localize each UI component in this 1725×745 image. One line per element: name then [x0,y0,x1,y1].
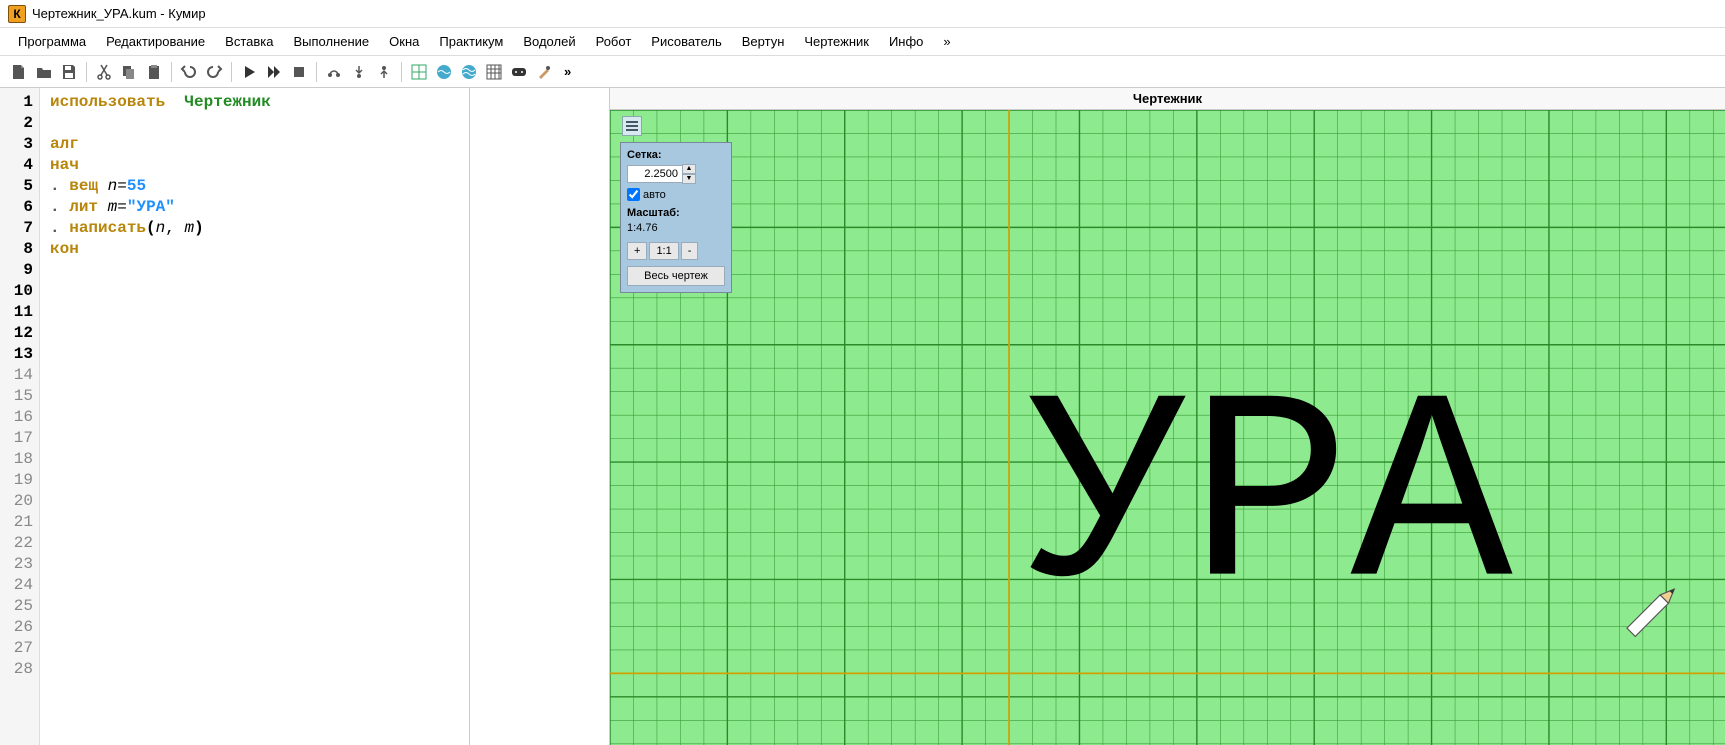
grid-value-input[interactable] [627,165,683,183]
menu-robot[interactable]: Робот [586,32,642,51]
actor-water2-icon[interactable] [458,61,480,83]
app-icon: К [8,5,26,23]
menu-run[interactable]: Выполнение [283,32,379,51]
drawn-text: УРА [1027,350,1515,656]
zoom-out-button[interactable]: - [681,242,699,260]
menubar: Программа Редактирование Вставка Выполне… [0,28,1725,56]
cut-icon[interactable] [93,61,115,83]
undo-icon[interactable] [178,61,200,83]
menu-insert[interactable]: Вставка [215,32,283,51]
menu-windows[interactable]: Окна [379,32,429,51]
grid-spin-down[interactable]: ▼ [682,174,696,184]
toolbar-more[interactable]: » [560,64,575,79]
menu-risovatel[interactable]: Рисователь [641,32,731,51]
run-fast-icon[interactable] [263,61,285,83]
zoom-reset-button[interactable]: 1:1 [649,242,678,260]
paste-icon[interactable] [143,61,165,83]
menu-practicum[interactable]: Практикум [429,32,513,51]
new-file-icon[interactable] [8,61,30,83]
menu-chertezhnik[interactable]: Чертежник [794,32,879,51]
actor-grid2-icon[interactable] [483,61,505,83]
menu-edit[interactable]: Редактирование [96,32,215,51]
canvas-title: Чертежник [610,88,1725,110]
code-area[interactable]: использовать Чертежник алг нач . вещ n=5… [40,88,469,745]
scale-label: Масштаб: [627,207,725,219]
control-panel: Сетка: ▲ ▼ авто Масштаб: 1:4.76 + 1:1 [620,142,732,293]
scale-value: 1:4.76 [627,222,725,234]
toolbar: » [0,56,1725,88]
copy-icon[interactable] [118,61,140,83]
step-out-icon[interactable] [373,61,395,83]
save-file-icon[interactable] [58,61,80,83]
grid-spin-up[interactable]: ▲ [682,164,696,174]
menu-vertun[interactable]: Вертун [732,32,795,51]
auto-checkbox[interactable] [627,188,640,201]
menu-more[interactable]: » [933,32,960,51]
actor-game-icon[interactable] [508,61,530,83]
actor-grid-icon[interactable] [408,61,430,83]
actor-paint-icon[interactable] [533,61,555,83]
run-icon[interactable] [238,61,260,83]
auto-label: авто [643,189,666,201]
grid-label: Сетка: [627,149,725,161]
menu-info[interactable]: Инфо [879,32,933,51]
zoom-in-button[interactable]: + [627,242,647,260]
fit-button[interactable]: Весь чертеж [627,266,725,286]
redo-icon[interactable] [203,61,225,83]
window-title: Чертежник_УРА.kum - Кумир [32,6,206,21]
stop-icon[interactable] [288,61,310,83]
step-into-icon[interactable] [348,61,370,83]
menu-vodoley[interactable]: Водолей [513,32,585,51]
menu-program[interactable]: Программа [8,32,96,51]
open-file-icon[interactable] [33,61,55,83]
titlebar: К Чертежник_УРА.kum - Кумир [0,0,1725,28]
output-pane [470,88,609,745]
drawing-canvas[interactable]: УРА Сетка: ▲ ▼ [610,110,1725,745]
line-gutter: 1234567891011121314151617181920212223242… [0,88,40,745]
step-over-icon[interactable] [323,61,345,83]
code-editor[interactable]: 1234567891011121314151617181920212223242… [0,88,470,745]
actor-water-icon[interactable] [433,61,455,83]
panel-menu-icon[interactable] [622,116,642,136]
